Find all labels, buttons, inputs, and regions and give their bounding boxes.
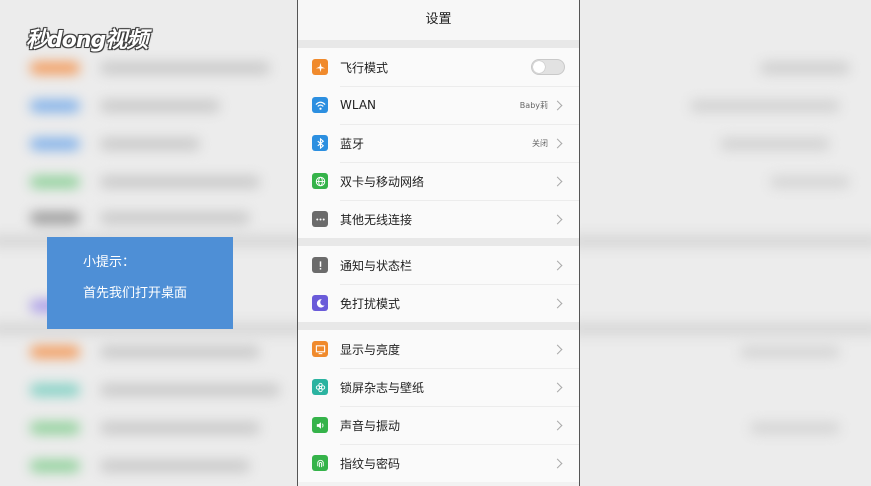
settings-item-label: 指纹与密码 xyxy=(340,456,401,471)
watermark-logo: 秒dong视频 xyxy=(26,28,148,53)
moon-icon xyxy=(312,295,328,311)
settings-item-other-wireless[interactable]: 其他无线连接 xyxy=(298,200,579,238)
fingerprint-icon xyxy=(312,455,328,471)
settings-item-label: 免打扰模式 xyxy=(340,296,401,311)
settings-item-label: 显示与亮度 xyxy=(340,342,401,357)
tip-title: 小提示： xyxy=(83,255,136,270)
chevron-right-icon xyxy=(552,100,563,110)
wifi-icon xyxy=(312,97,328,113)
bluetooth-status-value: 关闭 xyxy=(532,138,548,148)
settings-item-label: 飞行模式 xyxy=(340,60,389,75)
settings-group-notifications: 通知与状态栏 免打扰模式 xyxy=(298,246,579,322)
settings-item-airplane-mode[interactable]: 飞行模式 xyxy=(298,48,579,86)
settings-item-fingerprint-password[interactable]: 指纹与密码 xyxy=(298,444,579,482)
blurred-background-right xyxy=(580,0,871,486)
chevron-right-icon xyxy=(552,458,563,468)
settings-item-wlan[interactable]: WLAN Baby莉 xyxy=(298,86,579,124)
section-divider xyxy=(298,238,579,246)
page-title: 设置 xyxy=(298,0,579,40)
chevron-right-icon xyxy=(552,138,563,148)
more-icon xyxy=(312,211,328,227)
settings-item-label: 其他无线连接 xyxy=(340,212,413,227)
settings-item-label: WLAN xyxy=(340,98,377,112)
bluetooth-icon xyxy=(312,135,328,151)
notification-icon xyxy=(312,257,328,273)
settings-group-connectivity: 飞行模式 WLAN Baby莉 蓝牙 关闭 双卡与移动网络 其他无线连接 xyxy=(298,48,579,238)
settings-item-label: 锁屏杂志与壁纸 xyxy=(340,380,425,395)
settings-item-notifications[interactable]: 通知与状态栏 xyxy=(298,246,579,284)
airplane-icon xyxy=(312,59,328,75)
chevron-right-icon xyxy=(552,420,563,430)
speaker-icon xyxy=(312,417,328,433)
chevron-right-icon xyxy=(552,260,563,270)
settings-item-lockscreen-wallpaper[interactable]: 锁屏杂志与壁纸 xyxy=(298,368,579,406)
settings-item-label: 蓝牙 xyxy=(340,136,365,151)
section-divider xyxy=(298,322,579,330)
chevron-right-icon xyxy=(552,298,563,308)
chevron-right-icon xyxy=(552,382,563,392)
section-divider xyxy=(298,40,579,48)
chevron-right-icon xyxy=(552,344,563,354)
airplane-mode-toggle[interactable] xyxy=(531,59,565,75)
tip-box: 小提示： 首先我们打开桌面 xyxy=(47,237,233,329)
display-icon xyxy=(312,341,328,357)
settings-item-label: 双卡与移动网络 xyxy=(340,174,425,189)
tip-text: 首先我们打开桌面 xyxy=(83,286,188,301)
settings-item-sound-vibration[interactable]: 声音与振动 xyxy=(298,406,579,444)
settings-item-display[interactable]: 显示与亮度 xyxy=(298,330,579,368)
settings-item-label: 通知与状态栏 xyxy=(340,258,413,273)
settings-item-do-not-disturb[interactable]: 免打扰模式 xyxy=(298,284,579,322)
settings-group-display: 显示与亮度 锁屏杂志与壁纸 声音与振动 指纹与密码 xyxy=(298,330,579,482)
settings-screen: 设置 飞行模式 WLAN Baby莉 蓝牙 关闭 双卡与移动网络 其他无线连接 … xyxy=(297,0,580,486)
chevron-right-icon xyxy=(552,176,563,186)
settings-item-dual-sim[interactable]: 双卡与移动网络 xyxy=(298,162,579,200)
settings-item-label: 声音与振动 xyxy=(340,418,401,433)
wlan-status-value: Baby莉 xyxy=(519,100,548,110)
flower-icon xyxy=(312,379,328,395)
chevron-right-icon xyxy=(552,214,563,224)
settings-item-bluetooth[interactable]: 蓝牙 关闭 xyxy=(298,124,579,162)
globe-icon xyxy=(312,173,328,189)
